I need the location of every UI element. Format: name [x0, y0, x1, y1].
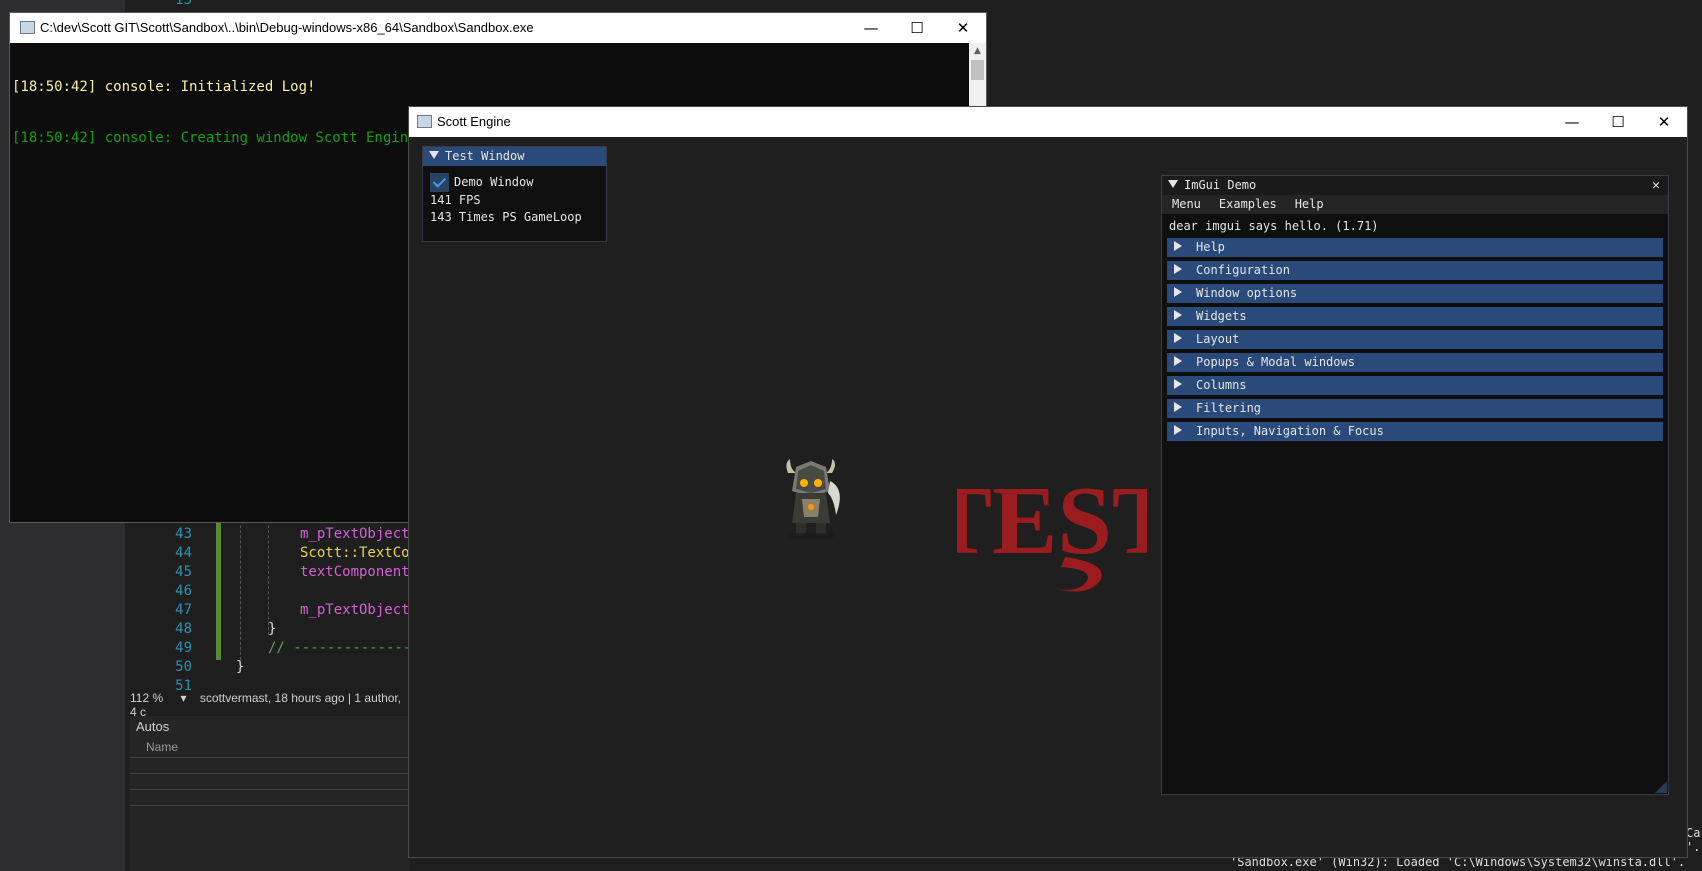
fps-readout: 141 FPS — [430, 193, 481, 207]
engine-maximize-button[interactable]: ☐ — [1595, 107, 1641, 137]
imgui-demo-title-bar[interactable]: ImGui Demo ✕ — [1162, 176, 1668, 195]
imgui-hello-text: dear imgui says hello. (1.71) — [1169, 219, 1379, 233]
code-comment[interactable]: // ---------------- — [268, 640, 428, 656]
codelens-blame[interactable]: scottvermast, 18 hours ago | 1 author, 4… — [130, 691, 401, 719]
line-number: 13 — [175, 0, 192, 8]
expand-triangle-icon — [1174, 310, 1182, 320]
code-line[interactable]: textComponent- — [300, 564, 418, 580]
line-number: 44 — [175, 545, 192, 561]
expand-triangle-icon — [1174, 402, 1182, 412]
header-configuration[interactable]: Configuration — [1167, 261, 1663, 280]
vs-right-panel: Ca '. — [1686, 700, 1702, 871]
header-popups-modal[interactable]: Popups & Modal windows — [1167, 353, 1663, 372]
console-line: [18:50:42] console: Initialized Log! — [12, 79, 316, 95]
scrollbar-thumb[interactable] — [971, 60, 984, 80]
zoom-level[interactable]: 112 % — [130, 691, 163, 705]
header-label: Popups & Modal windows — [1196, 355, 1355, 369]
indent-guide — [268, 520, 269, 635]
test-window-title-bar[interactable]: Test Window — [423, 147, 606, 166]
scroll-up-icon[interactable]: ▲ — [969, 43, 986, 60]
expand-triangle-icon — [1174, 356, 1182, 366]
autos-title: Autos — [136, 719, 170, 734]
test-window[interactable]: Test Window Demo Window 141 FPS 143 Time… — [422, 146, 607, 242]
console-title: C:\dev\Scott GIT\Scott\Sandbox\..\bin\De… — [40, 20, 534, 35]
header-label: Filtering — [1196, 401, 1262, 415]
header-help[interactable]: Help — [1167, 238, 1663, 257]
line-number: 43 — [175, 526, 192, 542]
engine-viewport[interactable]: Test Window Demo Window 141 FPS 143 Time… — [409, 137, 1687, 857]
menu-item-examples[interactable]: Examples — [1219, 197, 1277, 211]
test-logo-text: TEST — [957, 467, 1147, 575]
engine-title: Scott Engine — [437, 114, 511, 129]
autos-name-column[interactable]: Name — [130, 737, 410, 758]
demo-window-checkbox[interactable] — [430, 172, 449, 192]
header-filtering[interactable]: Filtering — [1167, 399, 1663, 418]
menu-item-menu[interactable]: Menu — [1172, 197, 1201, 211]
output-fragment: '. — [1686, 840, 1701, 854]
console-title-bar[interactable]: C:\dev\Scott GIT\Scott\Sandbox\..\bin\De… — [10, 13, 986, 43]
line-number: 46 — [175, 583, 192, 599]
console-maximize-button[interactable]: ☐ — [894, 13, 940, 43]
header-label: Window options — [1196, 286, 1298, 300]
test-logo: TEST — [957, 467, 1147, 592]
expand-triangle-icon — [1174, 241, 1182, 251]
header-label: Columns — [1196, 378, 1247, 392]
console-minimize-button[interactable]: — — [848, 13, 894, 43]
header-label: Layout — [1196, 332, 1240, 346]
collapse-triangle-icon[interactable] — [429, 151, 439, 159]
header-window-options[interactable]: Window options — [1167, 284, 1663, 303]
collapse-triangle-icon[interactable] — [1168, 180, 1178, 188]
code-line[interactable]: Scott::TextCom — [300, 545, 418, 561]
gameloop-readout: 143 Times PS GameLoop — [430, 210, 582, 224]
header-label: Help — [1196, 240, 1225, 254]
console-app-icon — [20, 21, 35, 34]
expand-triangle-icon — [1174, 425, 1182, 435]
engine-minimize-button[interactable]: — — [1549, 107, 1595, 137]
menu-item-help[interactable]: Help — [1295, 197, 1324, 211]
engine-title-bar[interactable]: Scott Engine — ☐ ✕ — [409, 107, 1687, 137]
demo-window-checkbox-row[interactable]: Demo Window — [430, 172, 599, 192]
line-number: 45 — [175, 564, 192, 580]
test-window-title: Test Window — [445, 149, 525, 163]
expand-triangle-icon — [1174, 287, 1182, 297]
line-number: 49 — [175, 640, 192, 656]
zoom-dropdown-icon[interactable]: ▾ — [180, 691, 186, 705]
code-line[interactable]: m_pTextObject- — [300, 526, 418, 542]
imgui-demo-menubar: Menu Examples Help — [1162, 195, 1668, 214]
engine-app-icon — [417, 115, 432, 128]
engine-close-button[interactable]: ✕ — [1641, 107, 1687, 137]
code-line[interactable]: } — [236, 659, 244, 675]
resize-grip-icon[interactable] — [1655, 781, 1667, 793]
header-label: Inputs, Navigation & Focus — [1196, 424, 1384, 438]
imgui-demo-window[interactable]: ImGui Demo ✕ Menu Examples Help dear imgui … — [1161, 175, 1669, 795]
autos-panel: Autos Name — [130, 716, 410, 871]
header-label: Configuration — [1196, 263, 1290, 277]
indent-guide — [240, 520, 241, 660]
autos-row — [130, 790, 410, 806]
imgui-demo-title: ImGui Demo — [1184, 178, 1257, 192]
header-columns[interactable]: Columns — [1167, 376, 1663, 395]
demo-window-checkbox-label[interactable]: Demo Window — [454, 172, 533, 192]
code-line[interactable]: m_pTextObject- — [300, 602, 418, 618]
code-line[interactable]: } — [268, 621, 276, 637]
expand-triangle-icon — [1174, 379, 1182, 389]
line-number: 50 — [175, 659, 192, 675]
autos-row — [130, 758, 410, 774]
line-number: 48 — [175, 621, 192, 637]
header-layout[interactable]: Layout — [1167, 330, 1663, 349]
output-fragment: Ca — [1686, 826, 1701, 840]
editor-status-row: 112 % ▾ scottvermast, 18 hours ago | 1 a… — [130, 691, 410, 719]
header-inputs-navigation-focus[interactable]: Inputs, Navigation & Focus — [1167, 422, 1663, 441]
imgui-demo-close-icon[interactable]: ✕ — [1648, 176, 1664, 195]
line-number: 47 — [175, 602, 192, 618]
header-widgets[interactable]: Widgets — [1167, 307, 1663, 326]
expand-triangle-icon — [1174, 333, 1182, 343]
header-label: Widgets — [1196, 309, 1247, 323]
console-close-button[interactable]: ✕ — [940, 13, 986, 43]
autos-row — [130, 774, 410, 790]
knight-sprite — [786, 459, 840, 538]
change-indicator-bar — [216, 520, 221, 660]
expand-triangle-icon — [1174, 264, 1182, 274]
engine-window: Scott Engine — ☐ ✕ Test Window Demo Wind… — [408, 106, 1688, 858]
